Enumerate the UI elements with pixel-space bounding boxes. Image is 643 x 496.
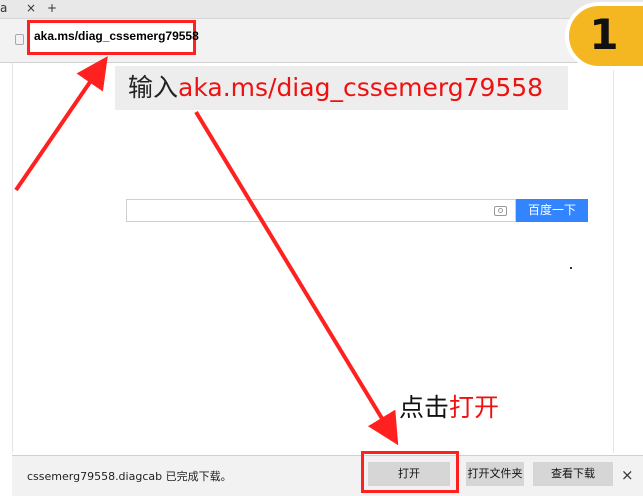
- new-tab-icon[interactable]: +: [47, 1, 57, 15]
- tab-strip: [0, 0, 643, 19]
- click-prefix: 点击: [399, 393, 450, 422]
- address-input[interactable]: aka.ms/diag_cssemerg79558: [34, 29, 199, 43]
- tab-title-fragment[interactable]: а: [0, 1, 7, 15]
- click-target: 打开: [449, 393, 500, 422]
- close-download-bar-icon[interactable]: ×: [621, 466, 634, 484]
- download-message: cssemerg79558.diagcab 已完成下载。: [27, 470, 232, 483]
- step-number: 1: [589, 10, 619, 59]
- instruction-prefix: 输入: [128, 73, 179, 102]
- lock-icon: [15, 34, 24, 45]
- search-button[interactable]: 百度一下: [516, 199, 588, 222]
- search-input[interactable]: [126, 199, 516, 222]
- instruction-text: 输入aka.ms/diag_cssemerg79558: [128, 68, 543, 104]
- page-dot: [570, 267, 572, 269]
- open-folder-button[interactable]: 打开文件夹: [466, 462, 524, 486]
- tab-close-icon[interactable]: ×: [26, 1, 36, 15]
- view-downloads-button[interactable]: 查看下载: [533, 462, 613, 486]
- click-instruction: 点击打开: [399, 388, 499, 424]
- instruction-url: aka.ms/diag_cssemerg79558: [178, 73, 544, 102]
- page-content: [12, 63, 614, 453]
- camera-icon[interactable]: [494, 206, 507, 216]
- open-highlight-box: [361, 451, 459, 493]
